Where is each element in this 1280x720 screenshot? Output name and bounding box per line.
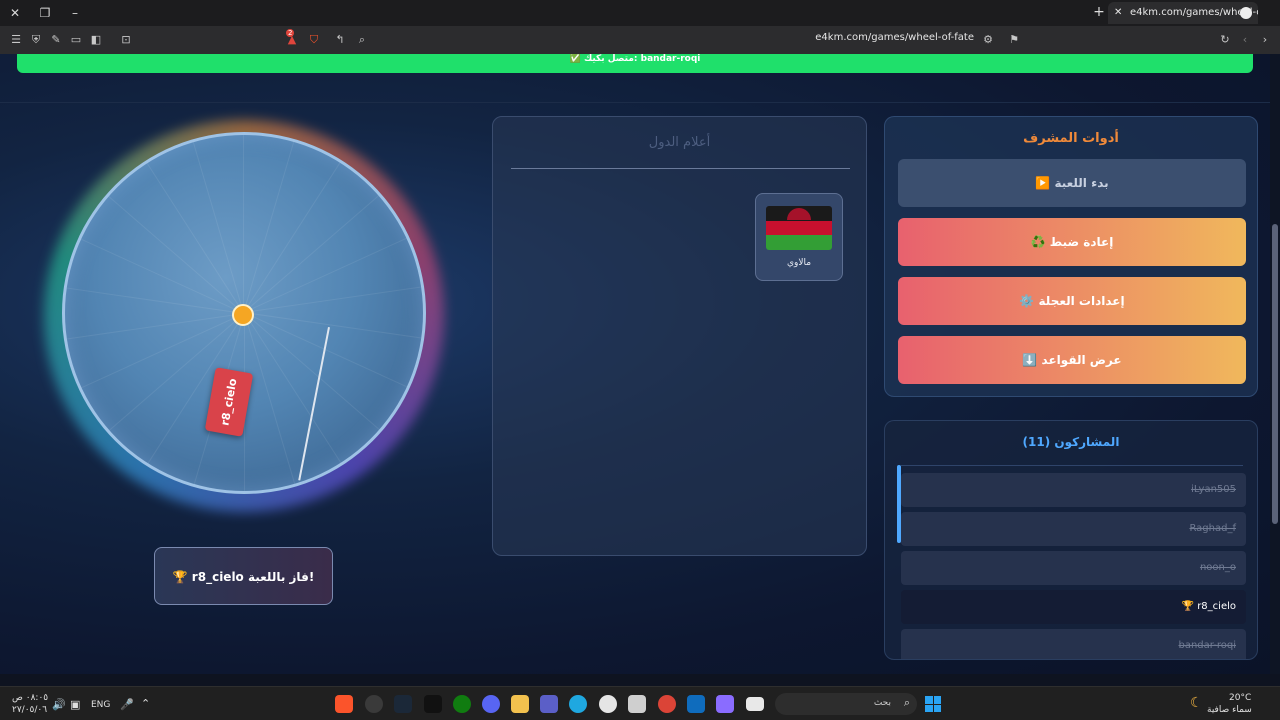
wheel-hub bbox=[232, 304, 254, 326]
search-icon: ⌕ bbox=[903, 696, 910, 709]
start-game-button[interactable]: ▶️ بدء اللعبة bbox=[898, 159, 1246, 207]
clock-time[interactable]: ٠٨:٠٥ ص bbox=[12, 693, 48, 703]
site-favicon bbox=[1240, 7, 1252, 19]
browser-tab-bar: ✕ ❐ – + ✕ e4km.com/games/wheel-of-fate bbox=[0, 0, 1280, 26]
flag-card[interactable]: مالاوي bbox=[755, 193, 843, 281]
admin-panel-title: أدوات المشرف bbox=[1023, 131, 1119, 146]
site-settings-icon[interactable]: ⚙ bbox=[980, 32, 996, 48]
browser-tab[interactable]: ✕ e4km.com/games/wheel-of-fate bbox=[1108, 2, 1258, 24]
teams-app-icon[interactable] bbox=[540, 695, 558, 713]
network-icon[interactable]: ▣ bbox=[70, 698, 80, 711]
brave-app-icon[interactable] bbox=[335, 695, 353, 713]
malawi-flag-icon bbox=[766, 206, 832, 250]
minimize-window-icon[interactable]: – bbox=[66, 4, 84, 22]
header-divider bbox=[0, 102, 1270, 103]
participants-divider bbox=[901, 465, 1243, 466]
chrome-app-icon[interactable] bbox=[658, 695, 676, 713]
back-icon[interactable]: ‹ bbox=[1237, 32, 1253, 48]
share-icon[interactable]: ↰ bbox=[332, 32, 348, 48]
discord-app-icon[interactable] bbox=[482, 695, 500, 713]
shield-icon[interactable]: ⛨ bbox=[28, 32, 44, 48]
zoom-icon[interactable]: ⌕ bbox=[354, 32, 370, 48]
participant-row[interactable]: noon_o bbox=[901, 551, 1246, 585]
forward-icon[interactable]: › bbox=[1257, 32, 1273, 48]
weather-temperature[interactable]: 20°C bbox=[1229, 693, 1251, 703]
menu-icon[interactable]: ☰ bbox=[8, 32, 24, 48]
flag-name: مالاوي bbox=[786, 258, 812, 268]
pin-icon[interactable]: ✎ bbox=[48, 32, 64, 48]
steam-app-icon[interactable] bbox=[394, 695, 412, 713]
close-window-icon[interactable]: ✕ bbox=[6, 4, 24, 22]
bookmark-icon[interactable]: ⚑ bbox=[1006, 32, 1022, 48]
volume-icon[interactable]: 🔊 bbox=[52, 698, 66, 711]
moon-weather-icon: ☾ bbox=[1190, 695, 1203, 711]
xbox-app-icon[interactable] bbox=[453, 695, 471, 713]
new-tab-button[interactable]: + bbox=[1090, 3, 1108, 21]
participant-row[interactable]: bandar-roqi bbox=[901, 629, 1246, 659]
outlook-app-icon[interactable] bbox=[687, 695, 705, 713]
restore-window-icon[interactable]: ❐ bbox=[36, 4, 54, 22]
tab-title: e4km.com/games/wheel-of-fate bbox=[1130, 7, 1258, 18]
wheel-divider bbox=[192, 140, 244, 314]
participants-panel: المشاركون (11) iLyan505 Raghad_f noon_o … bbox=[884, 420, 1258, 660]
epic-games-app-icon[interactable] bbox=[424, 695, 442, 713]
reload-icon[interactable]: ↻ bbox=[1217, 32, 1233, 48]
window-app-icon[interactable] bbox=[746, 697, 764, 711]
music-app-icon[interactable] bbox=[599, 695, 617, 713]
participant-row[interactable]: iLyan505 bbox=[901, 473, 1246, 507]
participant-row[interactable]: Raghad_f bbox=[901, 512, 1246, 546]
taskbar-search[interactable]: بحث ⌕ bbox=[775, 693, 917, 715]
edge-app-icon[interactable] bbox=[569, 695, 587, 713]
windows-taskbar: ٠٨:٠٥ ص ٢٧/٠٥/٠٦ 🔊 ▣ ENG 🎤 ⌃ بحث ⌕ 20°C … bbox=[0, 686, 1280, 720]
participants-title: المشاركون (11) bbox=[1022, 435, 1120, 449]
flags-panel-title: أعلام الدول bbox=[648, 135, 711, 150]
file-explorer-icon[interactable] bbox=[511, 695, 529, 713]
reset-button[interactable]: ♻️ إعادة ضبط bbox=[898, 218, 1246, 266]
brave-shield-icon[interactable]: ⛉ bbox=[306, 32, 322, 48]
wheel-settings-button[interactable]: ⚙️ إعدادات العجلة bbox=[898, 277, 1246, 325]
wheel-divider bbox=[243, 140, 295, 313]
wheel-divider bbox=[243, 135, 244, 313]
slice-name: r8_cielo bbox=[218, 377, 240, 427]
scrollbar-thumb[interactable] bbox=[1272, 224, 1278, 524]
url-text[interactable]: e4km.com/games/wheel-of-fate bbox=[815, 32, 974, 43]
admin-tools-panel: أدوات المشرف ▶️ بدء اللعبة ♻️ إعادة ضبط … bbox=[884, 116, 1258, 397]
browser-toolbar: ☰ ⛨ ✎ ▭ ◧ ⊡ ▲ 2 ⛉ ↰ ⌕ e4km.com/games/whe… bbox=[0, 26, 1280, 54]
page-content: ✅ متصل بكيك: bandar-roqi r8_cielo 🏆 r8_c… bbox=[0, 54, 1270, 674]
search-placeholder: بحث bbox=[873, 698, 891, 708]
connection-status-banner: ✅ متصل بكيك: bandar-roqi bbox=[17, 54, 1253, 73]
copilot-app-icon[interactable] bbox=[716, 695, 734, 713]
flags-panel: أعلام الدول مالاوي bbox=[492, 116, 867, 556]
store-app-icon[interactable] bbox=[628, 695, 646, 713]
winner-announcement: 🏆 r8_cielo فاز باللعبة! bbox=[154, 547, 333, 605]
flags-divider bbox=[511, 168, 850, 169]
windows-start-icon[interactable] bbox=[925, 696, 941, 712]
page-bottom-strip bbox=[0, 674, 1280, 686]
microphone-icon[interactable]: 🎤 bbox=[120, 698, 134, 711]
wallet-icon[interactable]: ▭ bbox=[68, 32, 84, 48]
show-rules-button[interactable]: ⬇️ عرض القواعد bbox=[898, 336, 1246, 384]
participant-row-winner[interactable]: 🏆 r8_cielo bbox=[901, 590, 1246, 624]
close-tab-icon[interactable]: ✕ bbox=[1114, 2, 1122, 24]
page-scrollbar[interactable] bbox=[1270, 54, 1280, 674]
weather-description[interactable]: سماء صافية bbox=[1207, 705, 1252, 715]
address-bar[interactable]: ▲ 2 ⛉ ↰ ⌕ e4km.com/games/wheel-of-fate ⚙… bbox=[280, 29, 1026, 51]
obs-app-icon[interactable] bbox=[365, 695, 383, 713]
language-indicator[interactable]: ENG bbox=[91, 700, 110, 710]
clock-date[interactable]: ٢٧/٠٥/٠٦ bbox=[12, 705, 47, 715]
chevron-up-icon[interactable]: ⌃ bbox=[141, 697, 150, 710]
screenshot-icon[interactable]: ⊡ bbox=[118, 32, 134, 48]
wheel-divider bbox=[244, 312, 296, 486]
sidebar-icon[interactable]: ◧ bbox=[88, 32, 104, 48]
